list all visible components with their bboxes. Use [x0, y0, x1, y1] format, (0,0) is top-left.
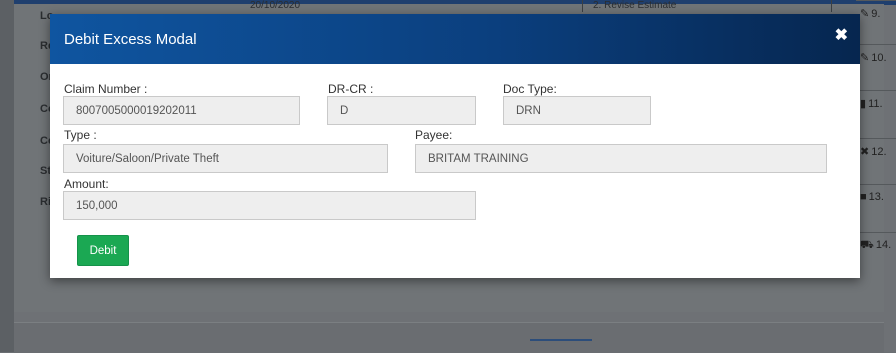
payee-label: Payee: [415, 128, 453, 142]
amount-field[interactable] [63, 191, 476, 220]
modal-title: Debit Excess Modal [64, 31, 197, 48]
payee-field[interactable] [415, 144, 827, 173]
bg-step-9[interactable]: ✎ 9. [856, 0, 896, 30]
bg-step-10[interactable]: ✎ 10. [856, 44, 896, 74]
dr-cr-field[interactable] [327, 96, 476, 125]
bg-date-value: 20/10/2020 [250, 0, 301, 11]
type-label: Type : [64, 128, 97, 142]
bg-workflow-steps: ✎ 9. ✎ 10. ▮ 11. ✖ 12. ■ 13. ⛟ 14. [856, 0, 896, 270]
debit-button[interactable]: Debit [77, 235, 129, 266]
modal-body: Claim Number : DR-CR : Doc Type: Type : … [50, 64, 860, 278]
edit-icon: ✎ [860, 8, 870, 20]
type-field[interactable] [63, 144, 388, 173]
bg-step-label: 10. [871, 52, 887, 64]
close-icon[interactable]: ✖ [835, 27, 848, 45]
amount-label: Amount: [64, 177, 109, 191]
dr-cr-label: DR-CR : [328, 82, 374, 96]
debit-excess-modal: Debit Excess Modal ✖ Claim Number : DR-C… [50, 14, 860, 278]
car-icon: ⛟ [860, 239, 874, 251]
bg-step-14[interactable]: ⛟ 14. [856, 232, 896, 262]
bg-step-label: 11. [868, 98, 883, 110]
claim-number-label: Claim Number : [64, 82, 148, 96]
bg-step-label: 9. [871, 8, 881, 20]
bg-step-label: 13. [868, 191, 884, 203]
bg-active-tab-indicator [530, 339, 592, 341]
claim-number-field[interactable] [63, 96, 300, 125]
close-icon: ✖ [860, 146, 870, 158]
bg-step-12[interactable]: ✖ 12. [856, 138, 896, 168]
file-icon: ▮ [860, 98, 867, 110]
bg-footer-bar [14, 322, 884, 353]
bg-step-11[interactable]: ▮ 11. [856, 90, 896, 120]
doc-type-label: Doc Type: [503, 82, 557, 96]
bg-revise-estimate-step[interactable]: 2. Revise Estimate [582, 0, 832, 12]
modal-header: Debit Excess Modal ✖ [50, 14, 860, 64]
folder-icon: ■ [860, 191, 867, 203]
doc-type-field[interactable] [503, 96, 651, 125]
left-sidebar-strip [0, 0, 14, 352]
bg-step-13[interactable]: ■ 13. [856, 184, 896, 214]
edit-icon: ✎ [860, 52, 870, 64]
bg-step-label: 14. [875, 239, 892, 251]
bg-step-label: 12. [871, 146, 887, 158]
